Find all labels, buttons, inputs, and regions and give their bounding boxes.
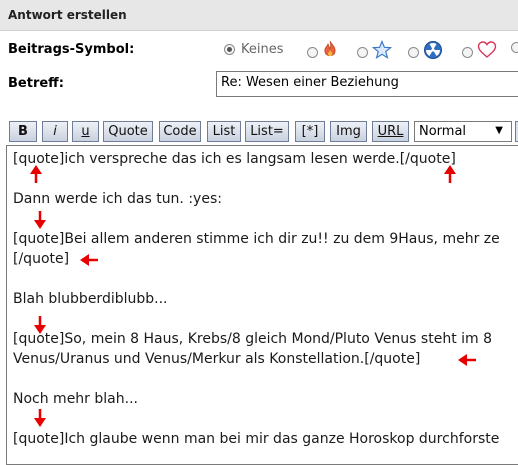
- arrow-down-icon: [34, 409, 46, 427]
- annotation-overlay: [30, 165, 476, 427]
- arrow-left-icon: [80, 254, 98, 266]
- arrow-up-icon: [30, 165, 42, 183]
- arrow-up-icon: [444, 165, 456, 183]
- arrow-down-icon: [34, 316, 46, 334]
- arrow-down-icon: [34, 211, 46, 229]
- arrow-left-icon: [458, 354, 476, 366]
